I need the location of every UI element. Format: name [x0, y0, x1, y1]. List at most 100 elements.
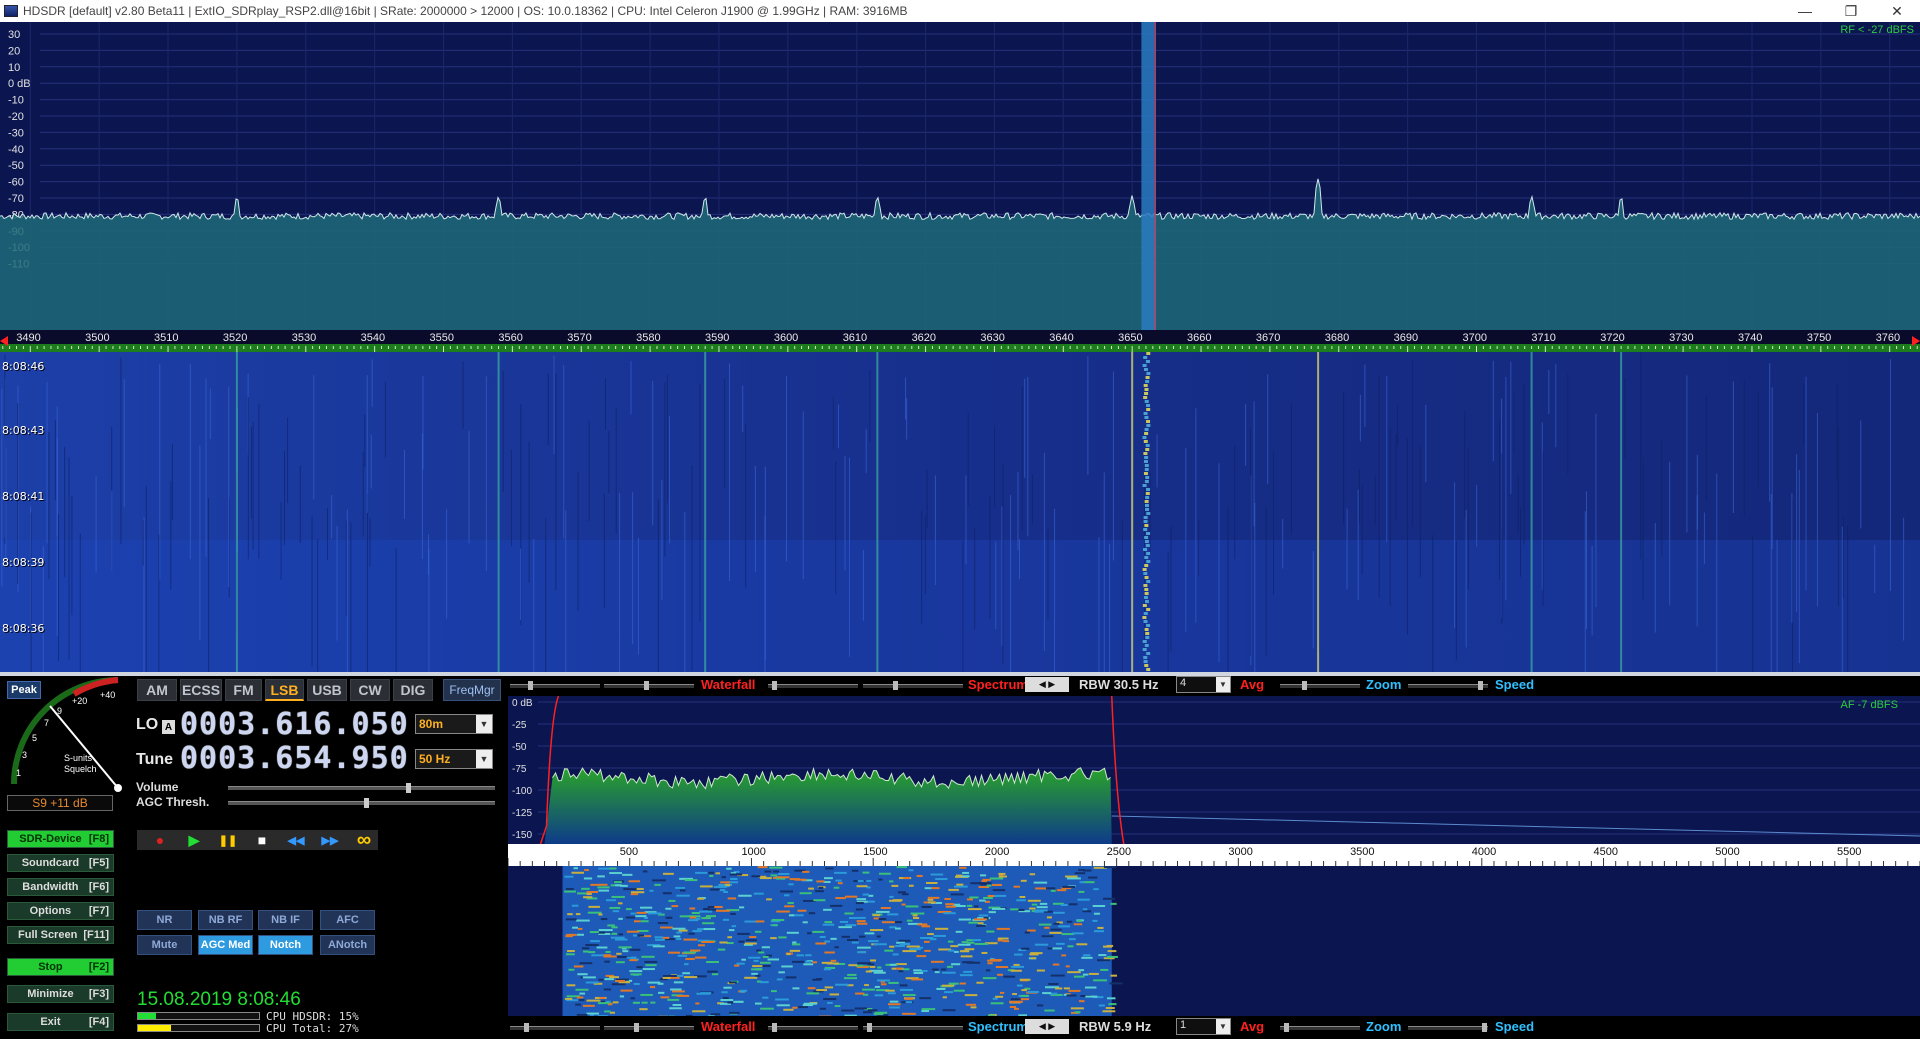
af-waterfall-pixel [955, 874, 963, 877]
mode-button-am[interactable]: AM [137, 679, 177, 701]
af-waterfall-pixel [652, 879, 666, 882]
af-waterfall-pixel [936, 987, 946, 990]
side-button-soundcard[interactable]: Soundcard [F5] [7, 854, 114, 872]
mode-button-usb[interactable]: USB [307, 679, 347, 701]
side-button-minimize[interactable]: Minimize [F3] [7, 985, 114, 1003]
side-button-stop[interactable]: Stop [F2] [7, 958, 114, 976]
side-button-sdr-device[interactable]: SDR-Device [F8] [7, 830, 114, 848]
restore-button[interactable]: ❐ [1828, 0, 1874, 22]
af-waterfall-pixel [1012, 993, 1017, 996]
waterfall-slider-4[interactable] [604, 1023, 694, 1032]
af-waterfall-pixel [600, 918, 608, 921]
speed-slider[interactable] [1408, 681, 1488, 690]
dsp-button-nb-if[interactable]: NB IF [258, 910, 313, 930]
rf-spectrum-display[interactable]: 3020100 dB-10-20-30-40-50-60-70-80-90-10… [0, 22, 1920, 330]
af-frequency-scale[interactable]: 500 1000 1500 2000 2500 3000 3500 4000 4500 5000 5… [508, 844, 1920, 866]
pause-button[interactable]: ❚❚ [215, 834, 241, 847]
rbw-arrows[interactable]: ◀ ▶ [1025, 677, 1069, 692]
af-waterfall-pixel [869, 965, 876, 968]
mode-button-cw[interactable]: CW [350, 679, 390, 701]
lo-ab-chip[interactable]: A [162, 720, 175, 734]
af-waterfall-pixel [612, 910, 620, 913]
record-button[interactable]: ● [147, 832, 173, 848]
side-button-exit[interactable]: Exit [F4] [7, 1013, 114, 1031]
play-button[interactable]: ▶ [181, 832, 207, 849]
waterfall-signal-dot [1144, 536, 1149, 539]
peak-button[interactable]: Peak [7, 681, 41, 699]
rf-freq-tick: 3550 [430, 332, 454, 344]
avg-select[interactable]: 4 ▼ [1176, 676, 1231, 693]
side-button-options[interactable]: Options [F7] [7, 902, 114, 920]
af-waterfall-pixel [767, 958, 780, 961]
stop-button[interactable]: ■ [249, 832, 275, 848]
s-units-label: S-units [64, 753, 93, 763]
waterfall-slider-2[interactable] [604, 681, 694, 690]
af-waterfall-pixel [874, 985, 880, 988]
rf-frequency-scale[interactable]: 3490 3500 3510 3520 3530 3540 3550 3560 3570 3580… [0, 330, 1920, 352]
af-waterfall[interactable] [508, 866, 1920, 1016]
mode-button-ecss[interactable]: ECSS [180, 679, 222, 701]
rf-waterfall[interactable] [0, 352, 1920, 672]
af-waterfall-pixel [1036, 906, 1048, 909]
af-waterfall-pixel [889, 1000, 899, 1003]
af-waterfall-pixel [626, 930, 640, 933]
lo-frequency-display[interactable]: 0003.616.050 [180, 707, 409, 742]
dsp-button-nr[interactable]: NR [137, 910, 192, 930]
agc-thresh-slider[interactable] [228, 798, 495, 808]
spectrum-slider-2[interactable] [863, 681, 963, 690]
zoom-slider[interactable] [1280, 681, 1360, 690]
af-waterfall-pixel [586, 892, 592, 895]
close-button[interactable]: ✕ [1874, 0, 1920, 22]
dsp-button-anotch[interactable]: ANotch [320, 935, 375, 955]
dsp-button-afc[interactable]: AFC [320, 910, 375, 930]
spectrum-slider-3[interactable] [768, 1023, 858, 1032]
volume-slider-knob[interactable] [406, 783, 412, 793]
af-waterfall-pixel [969, 896, 979, 899]
band-select[interactable]: 80m ▼ [415, 714, 493, 734]
waterfall-signal-dot [1143, 396, 1148, 399]
af-waterfall-pixel [618, 917, 623, 920]
dsp-button-agc-med[interactable]: AGC Med [198, 935, 253, 955]
af-waterfall-pixel [575, 988, 589, 991]
waterfall-slider-1[interactable] [510, 681, 600, 690]
zoom-slider-2[interactable] [1280, 1023, 1360, 1032]
speed-slider-2[interactable] [1408, 1023, 1488, 1032]
agc-thresh-slider-knob[interactable] [364, 798, 370, 808]
dsp-button-nb-rf[interactable]: NB RF [198, 910, 253, 930]
side-button-full-screen[interactable]: Full Screen [F11] [7, 926, 114, 944]
spectrum-slider-1[interactable] [768, 681, 858, 690]
rbw-arrows-2[interactable]: ◀ ▶ [1025, 1019, 1069, 1034]
af-waterfall-pixel [964, 994, 978, 997]
forward-button[interactable]: ▶▶ [317, 834, 343, 847]
tune-frequency-display[interactable]: 0003.654.950 [180, 741, 409, 776]
af-waterfall-pixel [963, 970, 973, 973]
side-button-bandwidth[interactable]: Bandwidth [F6] [7, 878, 114, 896]
volume-slider[interactable] [228, 783, 495, 793]
freqmgr-button[interactable]: FreqMgr [443, 679, 501, 701]
step-select[interactable]: 50 Hz ▼ [415, 749, 493, 769]
waterfall-signal-dot [1143, 548, 1148, 551]
af-spectrum-display[interactable]: 0 dB -25 -50 -75 -100 -125 -150 [508, 696, 1920, 844]
dsp-button-mute[interactable]: Mute [137, 935, 192, 955]
af-waterfall-pixel [815, 942, 827, 945]
waterfall-slider-3[interactable] [510, 1023, 600, 1032]
dsp-button-notch[interactable]: Notch [258, 935, 313, 955]
mode-button-dig[interactable]: DIG [393, 679, 433, 701]
loop-button[interactable]: ∞ [351, 829, 377, 852]
rewind-button[interactable]: ◀◀ [283, 834, 309, 847]
side-button-key: [F11] [83, 929, 109, 941]
mode-button-fm[interactable]: FM [225, 679, 262, 701]
avg-select-2[interactable]: 1 ▼ [1176, 1018, 1231, 1035]
af-waterfall-pixel [706, 961, 719, 964]
af-waterfall-pixel [683, 938, 698, 941]
mode-button-lsb[interactable]: LSB [265, 679, 304, 701]
waterfall-band [0, 540, 1920, 672]
waterfall-signal-dot [1146, 408, 1151, 411]
af-waterfall-pixel [700, 885, 713, 888]
spectrum-slider-4[interactable] [863, 1023, 963, 1032]
rf-passband[interactable] [1141, 22, 1156, 330]
minimize-button[interactable]: — [1782, 0, 1828, 22]
af-waterfall-pixel [670, 988, 682, 991]
af-waterfall-pixel [583, 896, 593, 899]
af-waterfall-pixel [792, 941, 797, 944]
